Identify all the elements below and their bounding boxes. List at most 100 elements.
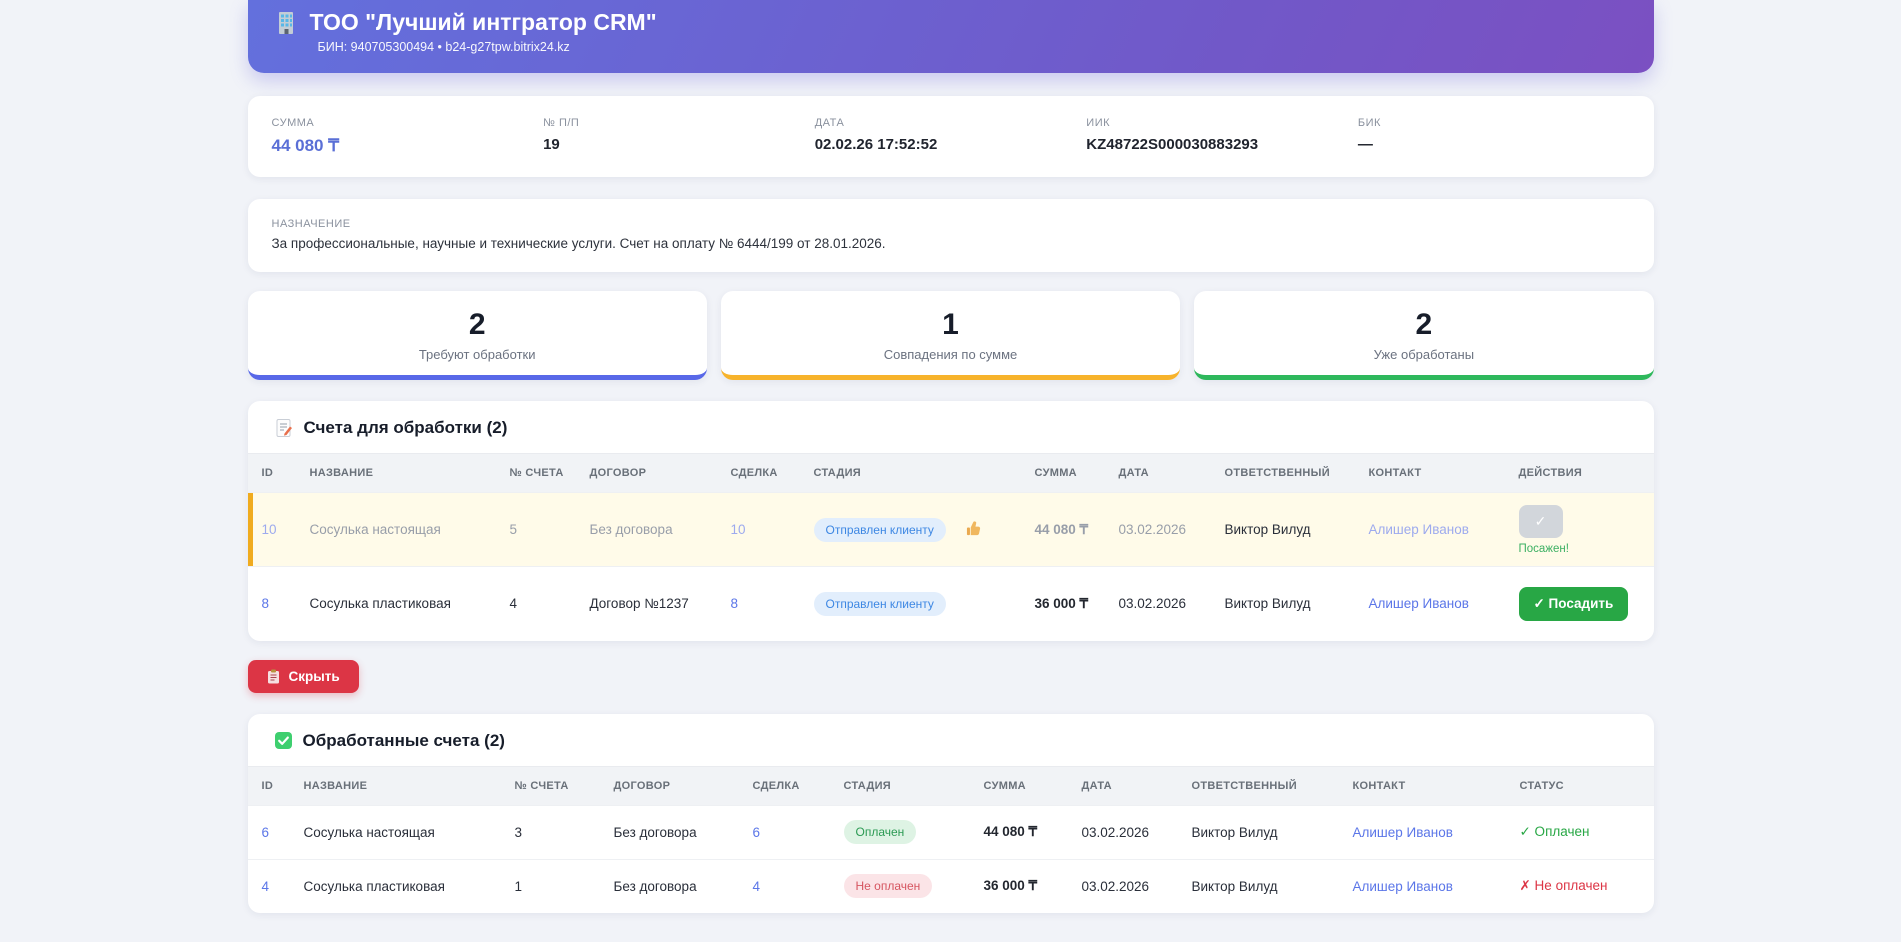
cell-invoice-no: 1 <box>504 858 604 913</box>
pending-table-title: Счета для обработки (2) <box>303 418 508 437</box>
field-iik: ИИК KZ48722S000030883293 <box>1086 117 1358 156</box>
company-title-row: ТОО "Лучший интгратор CRM" <box>274 9 1628 36</box>
pending-invoices-table: ID НАЗВАНИЕ № СЧЕТА ДОГОВОР СДЕЛКА СТАДИ… <box>247 453 1654 641</box>
processed-row: 4 Сосулька пластиковая 1 Без договора 4 … <box>247 858 1654 913</box>
field-value: KZ48722S000030883293 <box>1086 136 1259 153</box>
deal-link[interactable]: 8 <box>731 596 739 611</box>
stat-card-pending: 2 Требуют обработки <box>247 291 707 380</box>
cell-date: 03.02.2026 <box>1108 566 1215 641</box>
purpose-label: НАЗНАЧЕНИЕ <box>271 218 351 230</box>
cell-responsible: Виктор Вилуд <box>1181 804 1343 859</box>
invoice-id-link[interactable]: 8 <box>262 596 270 611</box>
cell-invoice-name: Сосулька настоящая <box>293 804 505 859</box>
contact-link[interactable]: Алишер Иванов <box>1353 825 1453 840</box>
processed-invoices-table: ID НАЗВАНИЕ № СЧЕТА ДОГОВОР СДЕЛКА СТАДИ… <box>247 765 1654 913</box>
field-sum: СУММА 44 080 ₸ <box>272 117 544 156</box>
col-header-deal: СДЕЛКА <box>742 765 834 805</box>
stage-badge: Оплачен <box>843 820 917 844</box>
planted-button[interactable]: ✓ <box>1518 504 1563 538</box>
field-label: ДАТА <box>814 117 845 129</box>
field-label: СУММА <box>271 117 315 129</box>
invoice-id-link[interactable]: 6 <box>262 825 270 840</box>
cell-responsible: Виктор Вилуд <box>1214 566 1359 641</box>
deal-link[interactable]: 6 <box>753 825 761 840</box>
col-header-contact: КОНТАКТ <box>1342 765 1510 805</box>
field-value-sum: 44 080 ₸ <box>271 136 340 155</box>
field-label: ИИК <box>1086 117 1111 129</box>
col-header-responsible: ОТВЕТСТВЕННЫЙ <box>1181 765 1343 805</box>
col-header-name: НАЗВАНИЕ <box>293 765 505 805</box>
building-icon <box>274 10 300 36</box>
status-unpaid-text: ✗ Не оплачен <box>1519 878 1608 894</box>
col-header-id: ID <box>247 453 300 493</box>
cell-invoice-name: Сосулька пластиковая <box>293 858 505 913</box>
stat-label: Совпадения по сумме <box>883 347 1018 362</box>
field-date: ДАТА 02.02.26 17:52:52 <box>815 117 1087 156</box>
deal-link[interactable]: 10 <box>731 522 746 537</box>
status-paid-text: ✓ Оплачен <box>1519 824 1590 839</box>
cell-date: 03.02.2026 <box>1108 492 1215 567</box>
col-header-sum: СУММА <box>1024 453 1109 493</box>
planted-note: Посажен! <box>1518 542 1569 555</box>
col-header-contract: ДОГОВОР <box>603 765 743 805</box>
field-value: 19 <box>543 136 560 153</box>
col-header-stage: СТАДИЯ <box>833 765 974 805</box>
col-header-responsible: ОТВЕТСТВЕННЫЙ <box>1214 453 1359 493</box>
processed-row: 6 Сосулька настоящая 3 Без договора 6 Оп… <box>247 804 1654 859</box>
cell-date: 03.02.2026 <box>1071 804 1182 859</box>
cell-responsible: Виктор Вилуд <box>1181 858 1343 913</box>
deal-link[interactable]: 4 <box>753 879 761 894</box>
purpose-text: За профессиональные, научные и техническ… <box>271 236 886 251</box>
cell-contract: Без договора <box>579 492 721 567</box>
stat-value: 1 <box>942 308 959 341</box>
col-header-invoice-no: № СЧЕТА <box>499 453 580 493</box>
cell-sum: 44 080 ₸ <box>973 804 1072 859</box>
cell-invoice-no: 3 <box>504 804 604 859</box>
cell-sum: 36 000 ₸ <box>1024 566 1109 641</box>
invoice-id-link[interactable]: 10 <box>262 522 277 537</box>
cell-date: 03.02.2026 <box>1071 858 1182 913</box>
col-header-sum: СУММА <box>973 765 1072 805</box>
contact-link[interactable]: Алишер Иванов <box>1353 879 1453 894</box>
invoice-id-link[interactable]: 4 <box>262 879 270 894</box>
stat-label: Требуют обработки <box>418 347 536 362</box>
col-header-date: ДАТА <box>1071 765 1182 805</box>
stat-value: 2 <box>468 308 486 341</box>
contact-link[interactable]: Алишер Иванов <box>1369 596 1469 611</box>
col-header-contract: ДОГОВОР <box>579 453 721 493</box>
thumbs-up-icon <box>966 520 983 540</box>
check-icon: ✓ <box>1534 512 1547 529</box>
plant-button[interactable]: ✓ Посадить <box>1518 586 1629 621</box>
col-header-status: СТАТУС <box>1509 765 1654 805</box>
field-payment-number: № П/П 19 <box>543 117 815 156</box>
stat-label: Уже обработаны <box>1373 347 1475 362</box>
field-bik: БИК — <box>1358 117 1630 156</box>
pending-row: 8 Сосулька пластиковая 4 Договор №1237 8… <box>247 566 1654 641</box>
page-container: ТОО "Лучший интгратор CRM" БИН: 94070530… <box>247 0 1654 913</box>
cell-responsible: Виктор Вилуд <box>1214 492 1359 567</box>
col-header-id: ID <box>247 765 294 805</box>
hide-button-label: Скрыть <box>288 668 340 684</box>
processed-table-header-row: ID НАЗВАНИЕ № СЧЕТА ДОГОВОР СДЕЛКА СТАДИ… <box>247 765 1654 805</box>
stage-badge: Отправлен клиенту <box>813 517 946 542</box>
company-subtitle: БИН: 940705300494 • b24-g27tpw.bitrix24.… <box>317 40 570 54</box>
cell-invoice-no: 5 <box>499 492 580 567</box>
cell-invoice-name: Сосулька настоящая <box>299 492 500 567</box>
cell-contract: Без договора <box>603 804 743 859</box>
pending-table-title-row: Счета для обработки (2) <box>248 401 1654 453</box>
memo-icon <box>274 418 294 438</box>
processed-table-title: Обработанные счета (2) <box>302 730 505 750</box>
hide-button[interactable]: Скрыть <box>247 659 359 693</box>
payment-details-card: СУММА 44 080 ₸ № П/П 19 ДАТА 02.02.26 17… <box>247 96 1654 177</box>
col-header-date: ДАТА <box>1108 453 1215 493</box>
processed-table-title-row: Обработанные счета (2) <box>248 714 1654 766</box>
check-square-icon <box>274 731 293 750</box>
col-header-deal: СДЕЛКА <box>720 453 804 493</box>
stat-card-sum-matches: 1 Совпадения по сумме <box>720 291 1181 380</box>
cell-contract: Без договора <box>603 858 743 913</box>
company-header: ТОО "Лучший интгратор CRM" БИН: 94070530… <box>247 0 1654 73</box>
col-header-actions: ДЕЙСТВИЯ <box>1508 453 1654 493</box>
pending-invoices-card: Счета для обработки (2) ID НАЗВАНИЕ № СЧ… <box>247 401 1654 641</box>
cell-contract: Договор №1237 <box>579 566 721 641</box>
contact-link[interactable]: Алишер Иванов <box>1369 522 1469 537</box>
